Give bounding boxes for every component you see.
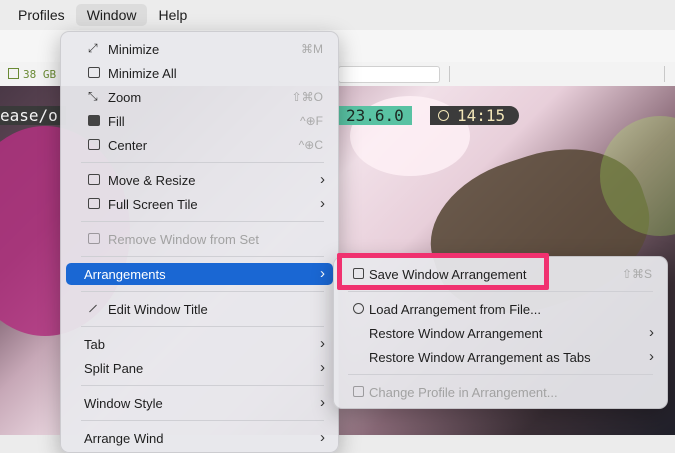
menu-item-shortcut: ^⊕C [298,138,323,152]
menu-item-shortcut: ⇧⌘O [291,90,323,104]
load-file-icon [353,303,364,314]
menu-item-label: Edit Window Title [108,302,208,317]
menu-item-remove-window-from-set[interactable]: Remove Window from Set [66,228,333,250]
menu-item-label: Restore Window Arrangement [369,326,543,341]
menu-item-arrangements[interactable]: Arrangements › [66,263,333,285]
prompt-path: ease/o [0,106,66,125]
menu-separator [81,420,324,421]
menu-separator [81,326,324,327]
menu-item-label: Minimize All [108,66,177,81]
menu-item-full-screen-tile[interactable]: Full Screen Tile › [66,193,333,215]
chevron-right-icon: › [320,429,325,446]
menu-separator [81,291,324,292]
menu-separator [81,221,324,222]
menu-item-restore-arrangement-as-tabs[interactable]: Restore Window Arrangement as Tabs › [339,346,662,368]
prompt-time: 14:15 [430,106,520,125]
clock-icon [438,110,449,121]
menu-item-label: Split Pane [84,361,144,376]
menu-item-tab[interactable]: Tab › [66,333,333,355]
chevron-right-icon: › [649,324,654,341]
menu-item-center[interactable]: Center ^⊕C [66,134,333,156]
menu-separator [348,291,653,292]
menu-item-load-arrangement[interactable]: Load Arrangement from File... [339,298,662,320]
pencil-icon [89,304,97,313]
full-screen-tile-icon [88,198,100,209]
menu-bar: Profiles Window Help [0,0,675,30]
menu-separator [81,385,324,386]
status-field[interactable] [338,66,440,83]
chevron-right-icon: › [320,171,325,188]
menu-item-label: Center [108,138,148,153]
menu-window[interactable]: Window [75,4,148,26]
menu-separator [348,374,653,375]
menu-item-label: Move & Resize [108,173,196,188]
disk-icon [8,68,19,79]
profile-icon [353,386,364,397]
menu-item-shortcut: ^⊕F [299,114,323,128]
menu-separator [81,162,324,163]
annotation-highlight [337,253,549,290]
menu-item-label: Minimize [108,42,160,57]
menu-item-label: Full Screen Tile [108,197,198,212]
chevron-right-icon: › [320,335,325,352]
menu-item-label: Zoom [108,90,142,105]
minimize-all-icon [88,67,100,78]
menu-separator [81,256,324,257]
menu-item-label: Fill [108,114,125,129]
menu-item-zoom[interactable]: ⤡ Zoom ⇧⌘O [66,86,333,108]
center-icon [88,139,100,150]
chevron-right-icon: › [649,348,654,365]
menu-item-label: Change Profile in Arrangement... [369,385,558,400]
menu-item-fill[interactable]: Fill ^⊕F [66,110,333,132]
menu-item-shortcut: ⌘M [301,42,323,56]
menu-item-label: Window Style [84,396,163,411]
disk-usage-label: 38 GB [23,68,57,81]
menu-help[interactable]: Help [147,4,198,26]
zoom-icon: ⤡ [88,89,98,103]
chevron-right-icon: › [320,359,325,376]
menu-item-window-style[interactable]: Window Style › [66,392,333,414]
move-resize-icon [88,174,100,185]
prompt-version: 23.6.0 [338,106,412,125]
menu-item-label: Tab [84,337,105,352]
menu-profiles[interactable]: Profiles [7,4,76,26]
menu-item-shortcut: ⇧⌘S [621,267,652,281]
status-divider [664,66,665,82]
menu-item-split-pane[interactable]: Split Pane › [66,357,333,379]
menu-item-label: Arrange Wind [84,431,164,446]
menu-item-edit-window-title[interactable]: Edit Window Title [66,298,333,320]
chevron-right-icon: › [320,265,325,282]
prompt-time-label: 14:15 [457,106,506,125]
menu-item-restore-window-arrangement[interactable]: Restore Window Arrangement › [339,322,662,344]
status-divider [449,66,450,82]
window-menu: ⤢ Minimize ⌘M Minimize All ⤡ Zoom ⇧⌘O Fi… [60,31,339,453]
menu-item-label: Restore Window Arrangement as Tabs [369,350,591,365]
remove-window-icon [88,233,100,244]
disk-usage: 38 GB [8,68,56,81]
fill-icon [88,115,100,126]
menu-item-label: Arrangements [84,267,166,282]
menu-item-minimize[interactable]: ⤢ Minimize ⌘M [66,38,333,60]
minimize-icon: ⤢ [88,41,98,55]
menu-item-change-profile-in-arrangement[interactable]: Change Profile in Arrangement... [339,381,662,403]
menu-item-label: Remove Window from Set [108,232,259,247]
menu-item-minimize-all[interactable]: Minimize All [66,62,333,84]
menu-item-arrange-windows[interactable]: Arrange Wind › [66,427,333,449]
menu-item-label: Load Arrangement from File... [369,302,541,317]
chevron-right-icon: › [320,195,325,212]
menu-item-move-resize[interactable]: Move & Resize › [66,169,333,191]
chevron-right-icon: › [320,394,325,411]
